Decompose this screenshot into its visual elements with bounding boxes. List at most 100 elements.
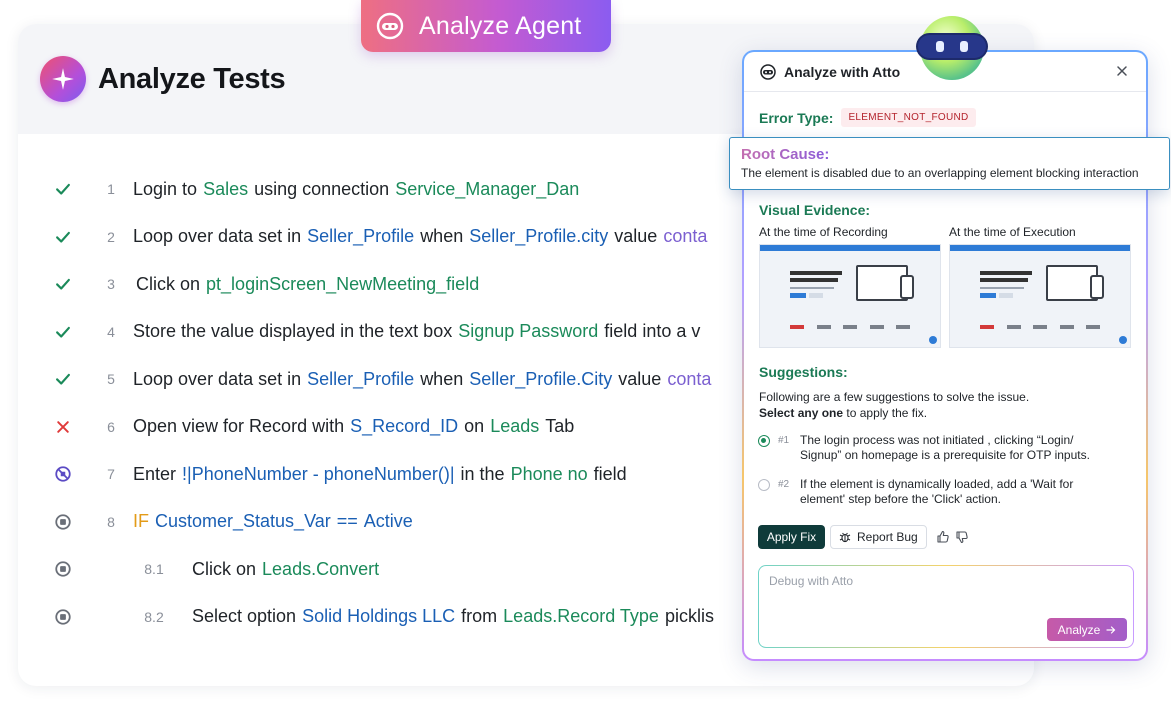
step-number: 5 bbox=[107, 371, 115, 387]
execution-screenshot[interactable] bbox=[949, 244, 1131, 348]
report-bug-button[interactable]: Report Bug bbox=[830, 525, 927, 549]
step-number: 3 bbox=[107, 276, 115, 292]
step-token: value bbox=[618, 368, 662, 389]
recording-screenshot[interactable] bbox=[759, 244, 941, 348]
close-icon[interactable] bbox=[1114, 63, 1130, 79]
visual-evidence-label: Visual Evidence: bbox=[759, 202, 871, 218]
step-token: from bbox=[461, 606, 498, 626]
step-token: Tab bbox=[545, 416, 575, 436]
step-token-blue[interactable]: Seller_Profile.City bbox=[469, 369, 612, 389]
radio-unselected[interactable] bbox=[758, 479, 770, 491]
step-token-green[interactable]: Leads.Convert bbox=[262, 559, 379, 579]
stop-icon bbox=[53, 512, 73, 532]
step-token-green[interactable]: Service_Manager_Dan bbox=[395, 179, 579, 199]
step-token: Loop over data set in bbox=[133, 368, 302, 389]
root-cause-title: Root Cause: bbox=[741, 146, 830, 163]
step-token: field into a v bbox=[604, 321, 701, 341]
step-token: Click on bbox=[136, 273, 201, 294]
error-type-badge: ELEMENT_NOT_FOUND bbox=[841, 108, 976, 127]
recording-caption: At the time of Recording bbox=[759, 225, 888, 239]
page-title: Analyze Tests bbox=[98, 62, 286, 95]
step-number: 8.2 bbox=[144, 608, 164, 625]
step-number: 8 bbox=[107, 513, 115, 530]
analyze-agent-label: Analyze Agent bbox=[419, 11, 582, 40]
step-token: picklis bbox=[664, 606, 714, 626]
step-token-blue[interactable]: == bbox=[337, 511, 358, 531]
step-token-orange[interactable]: IF bbox=[133, 511, 149, 531]
step-text: Store the value displayed in the text bo… bbox=[133, 321, 706, 342]
step-token: when bbox=[420, 368, 464, 389]
check-icon bbox=[53, 179, 73, 199]
step-token: Loop over data set in bbox=[133, 226, 302, 246]
step-number: 2 bbox=[107, 228, 115, 245]
step-token-blue[interactable]: Active bbox=[364, 511, 413, 531]
step-text: Enter !|PhoneNumber - phoneNumber()| in th… bbox=[133, 464, 633, 485]
analyze-label: Analyze bbox=[1057, 622, 1101, 637]
atto-mask-icon bbox=[760, 63, 776, 80]
thumbs-down-icon[interactable] bbox=[955, 530, 969, 544]
expand-icon[interactable] bbox=[929, 336, 937, 344]
debug-with-atto-input[interactable]: Debug with Atto Analyze bbox=[758, 565, 1134, 648]
suggestion-option-2[interactable]: #2 If the element is dynamically loaded,… bbox=[758, 477, 1128, 507]
step-text: Open view for Record with S_Record_ID on Le… bbox=[133, 416, 580, 437]
step-token-green[interactable]: Leads bbox=[490, 416, 539, 436]
bug-icon bbox=[839, 532, 851, 543]
apply-fix-button[interactable]: Apply Fix bbox=[758, 525, 825, 549]
step-token: Select option bbox=[192, 606, 297, 626]
step-token: Click on bbox=[192, 558, 257, 579]
step-token: Enter bbox=[133, 463, 177, 484]
arrow-right-icon bbox=[1106, 625, 1116, 634]
step-token-purple[interactable]: conta bbox=[663, 226, 707, 246]
step-token: field bbox=[593, 463, 627, 484]
step-token-green[interactable]: Leads.Record Type bbox=[503, 606, 659, 626]
step-token: when bbox=[420, 226, 464, 246]
step-token-blue[interactable]: Seller_Profile bbox=[307, 226, 414, 246]
root-cause-text: The element is disabled due to an overla… bbox=[741, 166, 1139, 180]
panel-title: Analyze with Atto bbox=[784, 63, 901, 80]
step-text: Loop over data set in Seller_Profile when S… bbox=[133, 369, 717, 390]
select-rest: to apply the fix. bbox=[843, 406, 928, 420]
step-number: 6 bbox=[107, 418, 115, 435]
step-token-green[interactable]: Phone no bbox=[511, 464, 588, 484]
step-text: Loop over data set in Seller_Profile when S… bbox=[133, 226, 713, 247]
skipped-icon bbox=[53, 464, 73, 484]
expand-icon[interactable] bbox=[1119, 336, 1127, 344]
step-token-blue[interactable]: Customer_Status_Var bbox=[155, 511, 331, 531]
analyze-agent-tab[interactable]: Analyze Agent bbox=[361, 0, 611, 52]
step-number: 8.1 bbox=[144, 561, 164, 577]
step-token-green[interactable]: pt_loginScreen_NewMeeting_field bbox=[206, 274, 479, 294]
step-token-blue[interactable]: Solid Holdings LLC bbox=[302, 606, 455, 626]
error-type-row: Error Type: ELEMENT_NOT_FOUND bbox=[759, 108, 976, 127]
analyze-button[interactable]: Analyze bbox=[1047, 618, 1127, 641]
error-type-label: Error Type: bbox=[759, 109, 834, 126]
check-icon bbox=[53, 274, 73, 294]
step-token-blue[interactable]: S_Record_ID bbox=[350, 416, 458, 436]
suggestion-option-1[interactable]: #1 The login process was not initiated ,… bbox=[758, 433, 1128, 463]
step-token-purple[interactable]: conta bbox=[667, 369, 711, 389]
debug-placeholder: Debug with Atto bbox=[769, 574, 854, 588]
suggestions-label: Suggestions: bbox=[759, 364, 848, 380]
step-text: Select option Solid Holdings LLC from Leads… bbox=[192, 606, 720, 627]
check-icon bbox=[53, 322, 73, 342]
option-number: #1 bbox=[778, 435, 790, 446]
thumbs-up-icon[interactable] bbox=[936, 530, 950, 544]
radio-selected[interactable] bbox=[758, 435, 770, 447]
step-token: Login to bbox=[133, 178, 198, 199]
select-any-one: Select any one bbox=[759, 406, 844, 420]
step-token-blue[interactable]: !|PhoneNumber - phoneNumber()| bbox=[182, 464, 454, 484]
option-text: The login process was not initiated , cl… bbox=[800, 433, 1090, 462]
execution-caption: At the time of Execution bbox=[949, 225, 1076, 239]
step-token-blue[interactable]: Seller_Profile bbox=[307, 369, 414, 389]
x-icon bbox=[53, 417, 73, 437]
step-token: value bbox=[614, 226, 658, 246]
step-text: Login to Sales using connection Service_Man… bbox=[133, 179, 585, 200]
root-cause-callout: Root Cause: The element is disabled due … bbox=[729, 137, 1170, 190]
suggestions-intro: Following are a few suggestions to solve… bbox=[759, 390, 1030, 404]
step-number: 4 bbox=[107, 323, 115, 340]
step-token-green[interactable]: Sales bbox=[203, 179, 248, 199]
step-token-blue[interactable]: Seller_Profile.city bbox=[469, 226, 608, 246]
atto-robot-icon bbox=[916, 16, 988, 80]
step-token-green[interactable]: Signup Password bbox=[458, 321, 598, 341]
report-bug-label: Report Bug bbox=[857, 530, 918, 544]
check-icon bbox=[53, 369, 73, 389]
